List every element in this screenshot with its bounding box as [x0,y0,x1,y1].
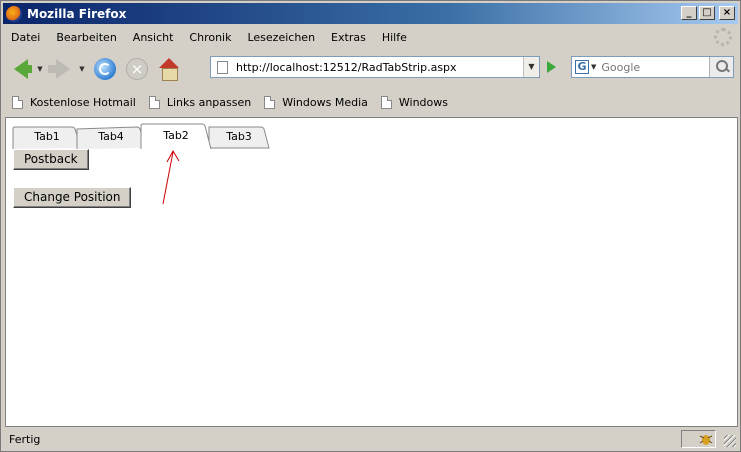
tab-tab1[interactable]: Tab1 [12,126,82,149]
search-engine-icon[interactable]: G [575,60,589,74]
address-bar[interactable]: http://localhost:12512/RadTabStrip.aspx … [210,56,540,78]
search-input[interactable] [601,58,700,76]
tab-label: Tab1 [34,130,60,143]
bookmark-item[interactable]: Windows [380,95,448,109]
throbber-icon [714,28,732,46]
tab-label: Tab2 [163,129,189,142]
postback-button[interactable]: Postback [13,149,89,170]
minimize-button[interactable]: _ [681,6,697,20]
tab-tab2[interactable]: Tab2 [140,123,212,149]
status-text: Fertig [9,432,41,446]
bookmark-label: Links anpassen [166,95,252,109]
forward-button[interactable] [48,55,77,83]
back-button[interactable] [7,55,35,83]
tab-label: Tab3 [226,130,252,143]
stop-icon: × [126,58,148,80]
red-arrow-annotation [162,149,180,205]
menu-extras[interactable]: Extras [323,31,374,44]
search-engine-dropdown[interactable]: ▼ [591,63,596,71]
bookmark-item[interactable]: Links anpassen [148,95,252,109]
menu-ansicht[interactable]: Ansicht [125,31,182,44]
menu-hilfe[interactable]: Hilfe [374,31,415,44]
bookmarks-toolbar: Kostenlose Hotmail Links anpassen Window… [3,90,738,114]
resize-grip[interactable] [724,435,736,447]
title-bar: Mozilla Firefox _ □ × [3,3,738,24]
browser-window: Mozilla Firefox _ □ × Datei Bearbeiten A… [0,0,741,452]
home-icon [158,58,180,81]
page-icon [148,95,160,109]
tab-label: Tab4 [98,130,124,143]
bookmark-label: Kostenlose Hotmail [30,95,136,109]
back-history-dropdown[interactable]: ▼ [35,65,45,73]
status-bar: Fertig [3,429,738,449]
home-button[interactable] [155,55,183,83]
menu-chronik[interactable]: Chronik [181,31,239,44]
tab-tab3[interactable]: Tab3 [208,126,270,149]
search-bar: G ▼ [571,56,734,78]
firefox-icon [6,5,22,22]
url-history-dropdown[interactable]: ▼ [523,57,539,77]
menu-bearbeiten[interactable]: Bearbeiten [48,31,124,44]
bookmark-label: Windows [398,95,448,109]
forward-history-dropdown[interactable]: ▼ [77,65,87,73]
reload-button[interactable] [91,55,119,83]
menu-bar: Datei Bearbeiten Ansicht Chronik Lesezei… [3,26,738,48]
page-icon [12,95,23,109]
page-content: Tab1 Tab4 Tab3 Tab2 Postback Change Posi… [5,117,738,427]
page-icon [264,95,276,109]
close-button[interactable]: × [719,6,735,20]
bookmark-item[interactable]: Kostenlose Hotmail [12,95,136,109]
forward-arrow-icon [48,59,70,79]
back-arrow-icon [14,59,32,79]
page-icon [217,60,228,74]
tab-tab4[interactable]: Tab4 [76,126,146,149]
navigation-toolbar: ▼ ▼ × http://localhost:12512/RadTabStrip… [3,50,738,88]
page-icon [380,95,392,109]
firebug-icon[interactable] [698,431,714,447]
bookmark-label: Windows Media [282,95,368,109]
url-text[interactable]: http://localhost:12512/RadTabStrip.aspx [236,61,457,74]
reload-icon [94,58,116,80]
change-position-button[interactable]: Change Position [13,187,132,208]
search-button[interactable] [709,57,733,77]
stop-button[interactable]: × [123,55,151,83]
go-button[interactable] [543,59,559,75]
menu-datei[interactable]: Datei [3,31,48,44]
window-controls: _ □ × [681,6,735,20]
window-title: Mozilla Firefox [27,6,127,21]
maximize-button[interactable]: □ [699,6,715,20]
menu-lesezeichen[interactable]: Lesezeichen [239,31,323,44]
bookmark-item[interactable]: Windows Media [264,95,368,109]
